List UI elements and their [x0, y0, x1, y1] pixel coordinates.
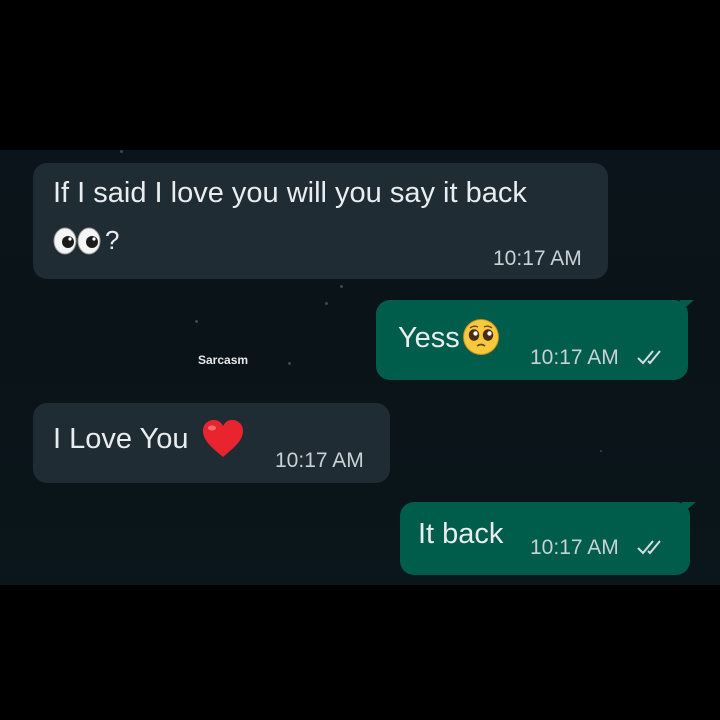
- message-timestamp: 10:17 AM: [493, 247, 582, 270]
- message-text: I Love You: [53, 423, 189, 455]
- message-timestamp: 10:17 AM: [530, 346, 619, 369]
- message-timestamp: 10:17 AM: [275, 449, 364, 472]
- screenshot-frame: If I said I love you will you say it bac…: [0, 0, 720, 720]
- watermark-label: Sarcasm: [198, 353, 249, 367]
- wallpaper-speck: [120, 150, 123, 153]
- chat-conversation[interactable]: If I said I love you will you say it bac…: [0, 150, 720, 585]
- outgoing-message-bubble[interactable]: It back 10:17 AM: [400, 502, 690, 575]
- incoming-message-bubble[interactable]: I Love You 10:17 AM: [33, 403, 390, 483]
- message-text: If I said I love you will you say it bac…: [53, 177, 527, 209]
- wallpaper-speck: [340, 285, 343, 288]
- message-text: It back: [418, 518, 504, 550]
- eyes-emoji-icon: [53, 227, 101, 255]
- outgoing-bubble-tail: [682, 502, 696, 514]
- message-timestamp: 10:17 AM: [530, 536, 619, 559]
- read-double-check-icon: [637, 540, 661, 555]
- wallpaper-speck: [600, 450, 602, 452]
- read-double-check-icon: [637, 350, 661, 365]
- message-text: Yess: [398, 322, 460, 354]
- outgoing-bubble-tail: [680, 300, 694, 312]
- wallpaper-speck: [288, 362, 291, 365]
- pleading-face-emoji-icon: [463, 319, 499, 355]
- wallpaper-speck: [325, 302, 328, 305]
- incoming-message-bubble[interactable]: If I said I love you will you say it bac…: [33, 163, 608, 279]
- red-heart-emoji-icon: [203, 420, 243, 457]
- message-text-suffix: ?: [105, 225, 120, 255]
- outgoing-message-bubble[interactable]: Yess 10:17 AM: [376, 300, 688, 380]
- wallpaper-speck: [195, 320, 198, 323]
